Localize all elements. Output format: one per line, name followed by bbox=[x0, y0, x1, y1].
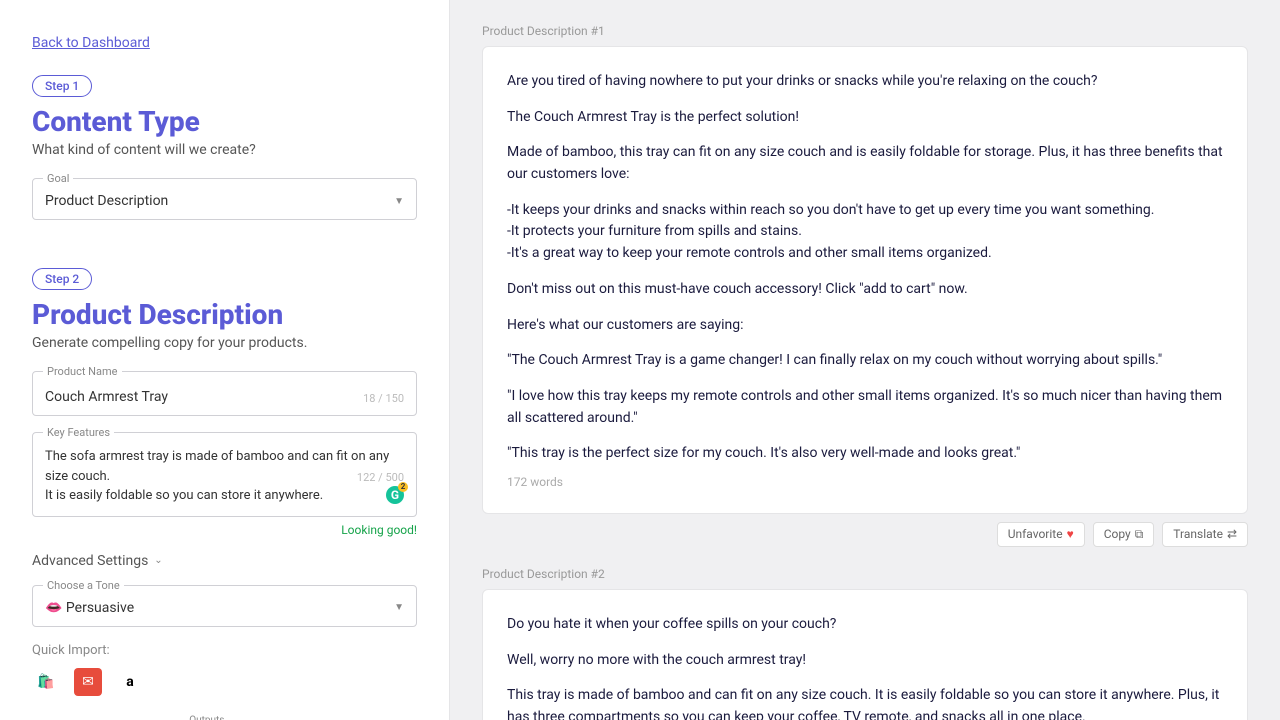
result-label: Product Description #1 bbox=[482, 24, 1248, 38]
tone-label: Choose a Tone bbox=[43, 579, 124, 592]
grammarly-icon[interactable]: G bbox=[386, 486, 404, 504]
translate-button[interactable]: Translate ⇄ bbox=[1162, 522, 1248, 547]
result-paragraph: "The Couch Armrest Tray is a game change… bbox=[507, 350, 1223, 372]
key-features-label: Key Features bbox=[43, 426, 114, 439]
result-paragraph: Well, worry no more with the couch armre… bbox=[507, 650, 1223, 672]
heart-icon: ♥ bbox=[1067, 527, 1074, 541]
key-features-field[interactable]: Key Features The sofa armrest tray is ma… bbox=[32, 432, 417, 517]
chevron-down-icon: ▼ bbox=[394, 602, 404, 613]
step2-badge: Step 2 bbox=[32, 268, 92, 290]
product-name-field[interactable]: Product Name 18 / 150 bbox=[32, 371, 417, 416]
step1-subtitle: What kind of content will we create? bbox=[32, 142, 417, 158]
key-features-count: 122 / 500 bbox=[357, 471, 404, 484]
product-name-count: 18 / 150 bbox=[363, 392, 404, 405]
amazon-icon[interactable]: a bbox=[116, 668, 144, 696]
result-paragraph: -It keeps your drinks and snacks within … bbox=[507, 200, 1223, 265]
step1-title: Content Type bbox=[32, 105, 417, 138]
result-paragraph: This tray is made of bamboo and can fit … bbox=[507, 685, 1223, 720]
result-paragraph: "This tray is the perfect size for my co… bbox=[507, 443, 1223, 465]
chevron-down-icon: ⌄ bbox=[154, 555, 162, 566]
unfavorite-button[interactable]: Unfavorite ♥ bbox=[997, 522, 1085, 547]
result-card: Are you tired of having nowhere to put y… bbox=[482, 46, 1248, 514]
word-count: 172 words bbox=[507, 475, 1223, 489]
key-features-input[interactable]: The sofa armrest tray is made of bamboo … bbox=[45, 447, 404, 506]
result-paragraph: Do you hate it when your coffee spills o… bbox=[507, 614, 1223, 636]
quick-import-label: Quick Import: bbox=[32, 643, 417, 658]
result-label: Product Description #2 bbox=[482, 567, 1248, 581]
step2-section: Step 2 Product Description Generate comp… bbox=[32, 268, 417, 720]
goal-label: Goal bbox=[43, 172, 73, 185]
shopify-icon[interactable]: 🛍️ bbox=[32, 668, 60, 696]
step1-badge: Step 1 bbox=[32, 75, 92, 97]
step2-subtitle: Generate compelling copy for your produc… bbox=[32, 335, 417, 351]
back-to-dashboard-link[interactable]: Back to Dashboard bbox=[32, 35, 150, 51]
left-panel: Back to Dashboard Step 1 Content Type Wh… bbox=[0, 0, 450, 720]
chevron-down-icon: ▼ bbox=[394, 196, 404, 207]
result-actions: Unfavorite ♥ Copy ⧉ Translate ⇄ bbox=[482, 522, 1248, 547]
copy-icon: ⧉ bbox=[1135, 527, 1144, 542]
product-name-input[interactable] bbox=[45, 389, 404, 405]
outputs-label: Outputs bbox=[185, 715, 228, 720]
result-card: Do you hate it when your coffee spills o… bbox=[482, 589, 1248, 720]
advanced-settings-toggle[interactable]: Advanced Settings ⌄ bbox=[32, 553, 417, 569]
looking-good-text: Looking good! bbox=[32, 523, 417, 537]
email-icon[interactable]: ✉ bbox=[74, 668, 102, 696]
copy-button[interactable]: Copy ⧉ bbox=[1093, 522, 1155, 547]
right-panel: Product Description #1 Are you tired of h… bbox=[450, 0, 1280, 720]
product-name-label: Product Name bbox=[43, 365, 122, 378]
step2-title: Product Description bbox=[32, 298, 417, 331]
result-paragraph: Don't miss out on this must-have couch a… bbox=[507, 279, 1223, 301]
translate-icon: ⇄ bbox=[1227, 527, 1237, 541]
quick-import-icons: 🛍️ ✉ a bbox=[32, 668, 417, 696]
result-paragraph: The Couch Armrest Tray is the perfect so… bbox=[507, 107, 1223, 129]
step1-section: Step 1 Content Type What kind of content… bbox=[32, 75, 417, 220]
goal-select[interactable]: Goal Product Description ▼ bbox=[32, 178, 417, 220]
result-paragraph: "I love how this tray keeps my remote co… bbox=[507, 386, 1223, 429]
goal-value: Product Description bbox=[45, 193, 168, 209]
tone-value: 👄 Persuasive bbox=[45, 600, 134, 616]
result-paragraph: Are you tired of having nowhere to put y… bbox=[507, 71, 1223, 93]
result-paragraph: Made of bamboo, this tray can fit on any… bbox=[507, 142, 1223, 185]
result-paragraph: Here's what our customers are saying: bbox=[507, 315, 1223, 337]
tone-select[interactable]: Choose a Tone 👄 Persuasive ▼ bbox=[32, 585, 417, 627]
